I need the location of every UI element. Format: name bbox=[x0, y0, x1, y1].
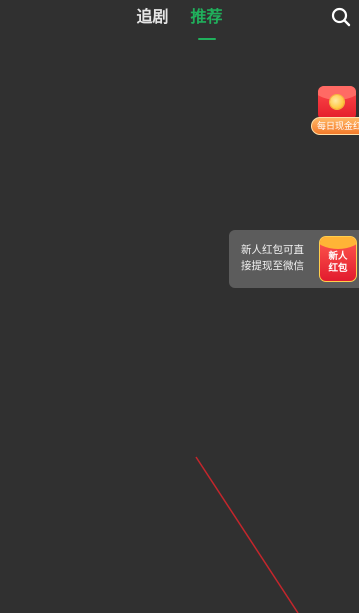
promo-text: 新人红包可直 接提现至微信 bbox=[241, 242, 315, 274]
badge-line-1: 新人 bbox=[328, 251, 348, 262]
tab-label: 追剧 bbox=[136, 7, 169, 26]
badge-line-2: 红包 bbox=[328, 263, 348, 274]
search-icon bbox=[331, 7, 351, 27]
new-user-red-envelope-promo[interactable]: 新人红包可直 接提现至微信 新人 红包 bbox=[229, 230, 359, 288]
app-screen: 追剧 推荐 每日现金红包 新人红包可直 接提现至微信 新人 红包 bbox=[0, 0, 359, 613]
new-user-red-envelope-icon: 新人 红包 bbox=[319, 236, 357, 282]
top-tabs: 追剧 推荐 bbox=[0, 6, 359, 40]
promo-line-1: 新人红包可直 bbox=[241, 244, 304, 256]
tab-label: 推荐 bbox=[190, 7, 223, 26]
active-tab-indicator bbox=[197, 38, 216, 40]
promo-line-2: 接提现至微信 bbox=[241, 260, 304, 272]
red-envelope-icon bbox=[318, 86, 356, 120]
coin-icon bbox=[330, 95, 344, 109]
tab-zhuiju[interactable]: 追剧 bbox=[134, 6, 170, 34]
red-diagonal-line bbox=[195, 456, 299, 613]
search-button[interactable] bbox=[329, 5, 353, 29]
daily-cash-red-envelope[interactable]: 每日现金红包 bbox=[309, 86, 359, 138]
tab-tuijian[interactable]: 推荐 bbox=[189, 6, 225, 40]
daily-cash-label: 每日现金红包 bbox=[311, 117, 359, 135]
